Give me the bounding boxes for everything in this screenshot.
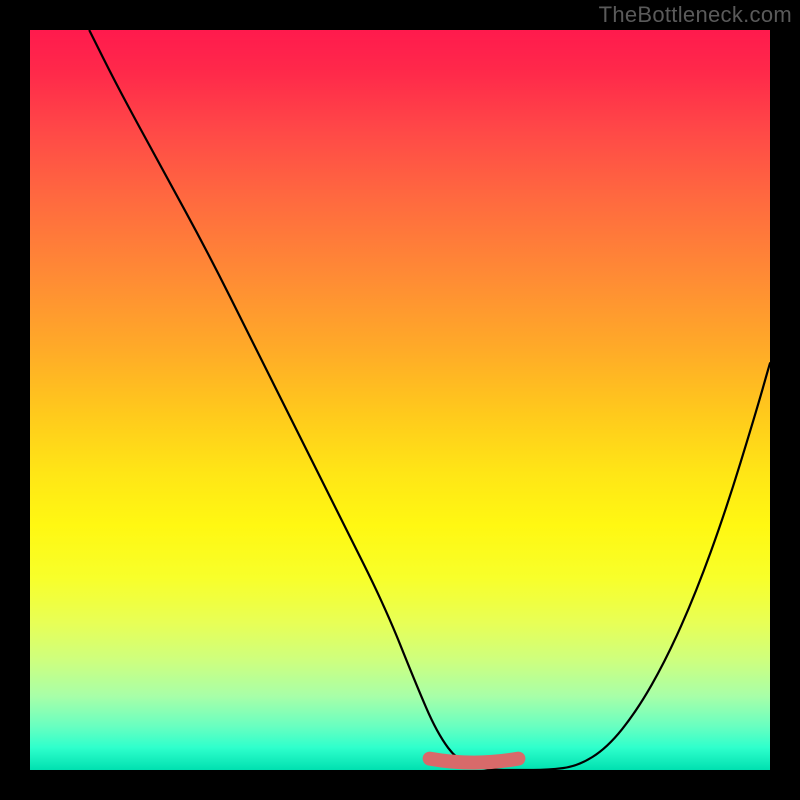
plot-area [30,30,770,770]
chart-container: TheBottleneck.com [0,0,800,800]
curve-layer [30,30,770,770]
bottleneck-curve [89,30,770,770]
highlight-band [430,759,519,763]
watermark-text: TheBottleneck.com [599,2,792,28]
